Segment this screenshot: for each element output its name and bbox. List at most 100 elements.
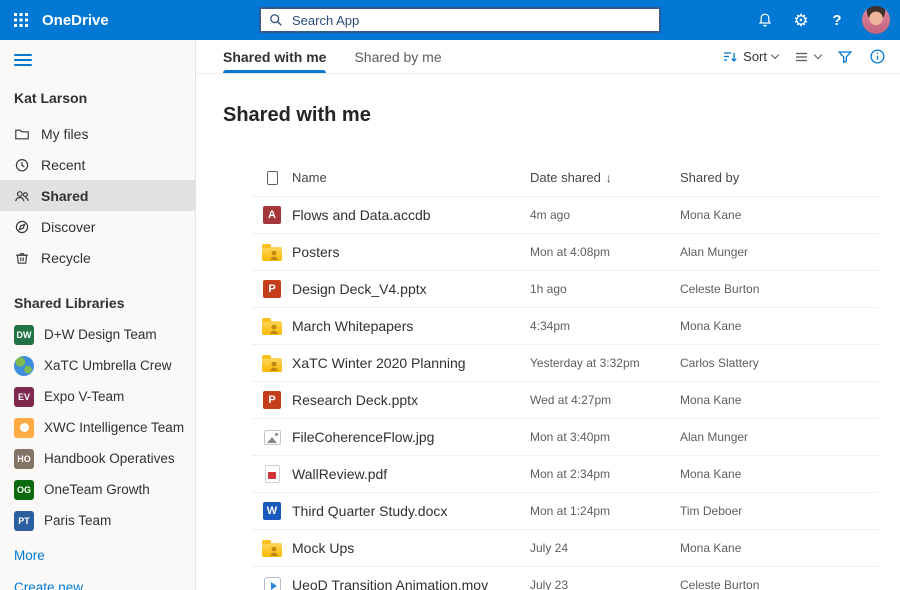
date-shared: July 23 (530, 578, 680, 590)
recycle-bin-icon (14, 250, 30, 266)
table-row[interactable]: UeoD Transition Animation.movJuly 23Cele… (252, 567, 878, 590)
library-item[interactable]: EVExpo V-Team (0, 381, 195, 412)
library-item[interactable]: HOHandbook Operatives (0, 443, 195, 474)
file-type-cell (252, 430, 292, 445)
sidebar-item-recent[interactable]: Recent (0, 149, 195, 180)
search-input[interactable] (290, 12, 651, 29)
file-name[interactable]: UeoD Transition Animation.mov (292, 577, 530, 590)
library-label: Paris Team (44, 513, 111, 528)
access-icon: A (263, 206, 281, 224)
compass-icon (14, 219, 30, 235)
sort-descending-icon: ↓ (606, 171, 612, 185)
file-name[interactable]: Mock Ups (292, 540, 530, 556)
file-name[interactable]: Flows and Data.accdb (292, 207, 530, 223)
shared-libraries-heading: Shared Libraries (14, 295, 195, 311)
table-row[interactable]: AFlows and Data.accdb4m agoMona Kane (252, 197, 878, 234)
table-row[interactable]: PDesign Deck_V4.pptx1h agoCeleste Burton (252, 271, 878, 308)
file-name[interactable]: Design Deck_V4.pptx (292, 281, 530, 297)
file-name[interactable]: Third Quarter Study.docx (292, 503, 530, 519)
file-type-cell: A (252, 206, 292, 224)
avatar[interactable] (862, 6, 890, 34)
menu-toggle-button[interactable] (14, 54, 32, 66)
more-link[interactable]: More (14, 548, 195, 563)
file-type-cell: P (252, 391, 292, 409)
file-name[interactable]: March Whitepapers (292, 318, 530, 334)
table-row[interactable]: FileCoherenceFlow.jpgMon at 3:40pmAlan M… (252, 419, 878, 456)
table-row[interactable]: Mock UpsJuly 24Mona Kane (252, 530, 878, 567)
file-name[interactable]: WallReview.pdf (292, 466, 530, 482)
file-name[interactable]: Research Deck.pptx (292, 392, 530, 408)
view-options-button[interactable] (794, 49, 821, 65)
name-column-header[interactable]: Name (292, 170, 530, 185)
create-new-link[interactable]: Create new (14, 580, 195, 590)
table-row[interactable]: PostersMon at 4:08pmAlan Munger (252, 234, 878, 271)
word-icon: W (263, 502, 281, 520)
sidebar-nav: My files Recent Shared Discover (0, 118, 195, 273)
sidebar-item-discover[interactable]: Discover (0, 211, 195, 242)
table-row[interactable]: March Whitepapers4:34pmMona Kane (252, 308, 878, 345)
library-badge: PT (14, 511, 34, 531)
sort-button[interactable]: Sort (722, 49, 778, 65)
library-item[interactable]: XaTC Umbrella Crew (0, 350, 195, 381)
table-row[interactable]: WThird Quarter Study.docxMon at 1:24pmTi… (252, 493, 878, 530)
settings-icon[interactable]: ⚙ (786, 5, 816, 35)
library-label: Handbook Operatives (44, 451, 175, 466)
clock-icon (14, 157, 30, 173)
page-title: Shared with me (223, 104, 900, 127)
info-icon (869, 48, 886, 65)
list-view-icon (794, 49, 810, 65)
library-badge: DW (14, 325, 34, 345)
document-icon (267, 171, 278, 185)
tab-shared-by-me[interactable]: Shared by me (354, 40, 441, 73)
shared-by-column-header[interactable]: Shared by (680, 170, 878, 185)
shared-by: Celeste Burton (680, 578, 878, 590)
sidebar-item-my-files[interactable]: My files (0, 118, 195, 149)
file-type-cell (252, 317, 292, 335)
date-shared: Mon at 1:24pm (530, 504, 680, 518)
folder-icon (262, 543, 282, 557)
date-shared-column-header[interactable]: Date shared ↓ (530, 170, 680, 185)
sidebar-item-label: My files (41, 126, 88, 142)
chevron-down-icon (814, 50, 822, 58)
toolbar: Sort (722, 40, 886, 73)
table-row[interactable]: XaTC Winter 2020 PlanningYesterday at 3:… (252, 345, 878, 382)
file-type-column-header[interactable] (252, 171, 292, 185)
shared-libraries-list: DWD+W Design Team XaTC Umbrella Crew EVExp… (0, 319, 195, 536)
table-row[interactable]: PResearch Deck.pptxWed at 4:27pmMona Kan… (252, 382, 878, 419)
chevron-down-icon (771, 50, 779, 58)
shared-by: Alan Munger (680, 245, 878, 259)
filter-button[interactable] (837, 49, 853, 65)
info-button[interactable] (869, 48, 886, 65)
sidebar-item-shared[interactable]: Shared (0, 180, 195, 211)
search-box (259, 7, 661, 33)
file-type-cell: P (252, 280, 292, 298)
date-shared: 4m ago (530, 208, 680, 222)
library-item[interactable]: XWC Intelligence Team (0, 412, 195, 443)
date-shared: July 24 (530, 541, 680, 555)
library-label: XaTC Umbrella Crew (44, 358, 172, 373)
library-item[interactable]: DWD+W Design Team (0, 319, 195, 350)
main-content: Shared with me Shared by me Sort (197, 40, 900, 590)
library-item[interactable]: PT Paris Team (0, 505, 195, 536)
folder-icon (262, 321, 282, 335)
folder-icon (262, 358, 282, 372)
tab-shared-with-me[interactable]: Shared with me (223, 40, 326, 73)
shared-by: Mona Kane (680, 467, 878, 481)
search-icon (269, 13, 283, 27)
app-launcher-icon[interactable] (0, 0, 42, 40)
library-label: Expo V-Team (44, 389, 124, 404)
file-name[interactable]: FileCoherenceFlow.jpg (292, 429, 530, 445)
shared-by: Celeste Burton (680, 282, 878, 296)
library-item[interactable]: OGOneTeam Growth (0, 474, 195, 505)
file-name[interactable]: XaTC Winter 2020 Planning (292, 355, 530, 371)
table-row[interactable]: WallReview.pdfMon at 2:34pmMona Kane (252, 456, 878, 493)
people-icon (14, 188, 30, 204)
help-icon[interactable]: ? (822, 5, 852, 35)
sidebar-item-recycle[interactable]: Recycle (0, 242, 195, 273)
file-name[interactable]: Posters (292, 244, 530, 260)
shared-by: Alan Munger (680, 430, 878, 444)
notifications-icon[interactable] (750, 5, 780, 35)
date-shared: 4:34pm (530, 319, 680, 333)
app-title[interactable]: OneDrive (42, 12, 109, 29)
date-shared: Wed at 4:27pm (530, 393, 680, 407)
